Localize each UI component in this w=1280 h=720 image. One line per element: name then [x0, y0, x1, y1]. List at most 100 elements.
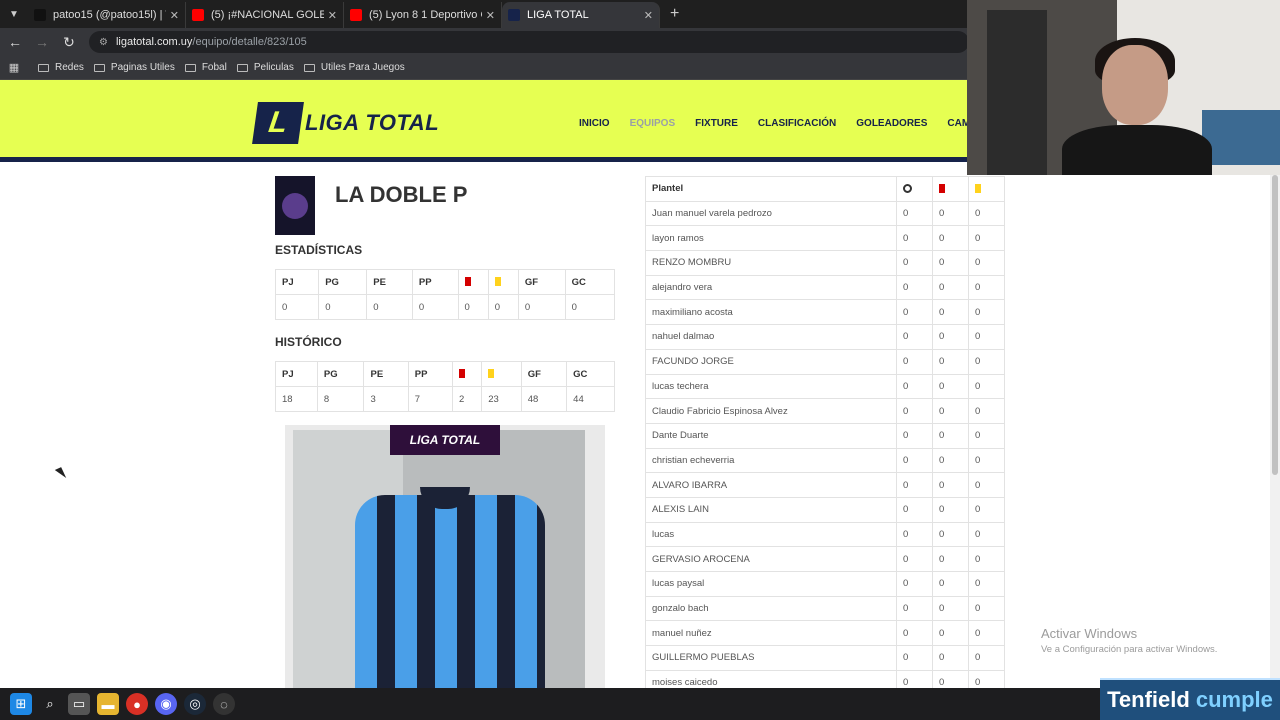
webcam-person-face: [1102, 45, 1168, 125]
tab-search-icon[interactable]: ▼: [0, 0, 28, 28]
player-yellow: 0: [968, 447, 1005, 474]
bookmark-label: Fobal: [201, 62, 227, 73]
player-goals: 0: [896, 348, 933, 375]
menu-item[interactable]: INICIO: [579, 118, 610, 129]
close-tab-icon[interactable]: ✕: [644, 9, 653, 22]
player-name: maximiliano acosta: [645, 299, 897, 326]
player-name: Juan manuel varela pedrozo: [645, 200, 897, 227]
browser-tab[interactable]: LIGA TOTAL ✕: [502, 2, 660, 28]
browser-tab[interactable]: (5) ¡#NACIONAL GOLEÓ en el D ✕: [186, 2, 344, 28]
player-name: gonzalo bach: [645, 595, 897, 622]
stats-cell: 0: [366, 294, 413, 320]
player-row: GUILLERMO PUEBLAS 0 0 0: [645, 645, 1005, 671]
stats-cell: 2: [452, 386, 483, 412]
player-row: christian echeverria 0 0 0: [645, 447, 1005, 474]
bookmark-folder[interactable]: Paginas Utiles: [93, 62, 175, 73]
player-red: 0: [932, 595, 969, 622]
back-arrow-icon[interactable]: ←: [3, 34, 27, 50]
close-tab-icon[interactable]: ✕: [328, 9, 337, 22]
mouse-cursor-icon: [54, 467, 67, 481]
red-card-icon: [464, 277, 471, 287]
app-icon[interactable]: ◌: [213, 693, 235, 715]
tenfield-brand: Tenfield: [1107, 687, 1190, 712]
folder-icon: [303, 63, 315, 72]
player-name: Claudio Fabricio Espinosa Alvez: [645, 398, 897, 424]
goals-column-header: [896, 176, 933, 202]
historico-heading: HISTÓRICO: [275, 335, 342, 349]
player-yellow: 0: [968, 348, 1005, 375]
player-yellow: 0: [968, 225, 1005, 252]
player-yellow: 0: [968, 274, 1005, 301]
stats-cell: 0: [411, 294, 459, 320]
player-goals: 0: [896, 299, 933, 326]
bookmark-folder[interactable]: Fobal: [184, 62, 227, 73]
player-row: manuel nuñez 0 0 0: [645, 620, 1005, 647]
player-name: RENZO MOMBRU: [645, 250, 897, 276]
stats-column-header: PP: [411, 269, 459, 295]
forward-arrow-icon[interactable]: →: [30, 34, 54, 50]
player-row: nahuel dalmao 0 0 0: [645, 324, 1005, 350]
player-yellow: 0: [968, 546, 1005, 572]
player-red: 0: [932, 472, 969, 498]
steam-icon[interactable]: ◎: [184, 693, 206, 715]
player-yellow: 0: [968, 472, 1005, 498]
liga-total-logo[interactable]: L LIGA TOTAL: [252, 102, 439, 144]
windows-start-icon[interactable]: ⊞: [10, 693, 32, 715]
browser-tab[interactable]: patoo15 (@patoo15l) | TikTok ✕: [28, 2, 186, 28]
player-yellow: 0: [968, 324, 1005, 350]
address-bar[interactable]: ⚙ ligatotal.com.uy /equipo/detalle/823/1…: [89, 31, 969, 53]
player-row: maximiliano acosta 0 0 0: [645, 299, 1005, 326]
tab-title: LIGA TOTAL: [527, 9, 589, 21]
jersey-brand-banner: LIGA TOTAL: [390, 425, 500, 455]
webcam-bed: [1202, 110, 1280, 165]
player-name: manuel nuñez: [645, 620, 897, 647]
player-red: 0: [932, 645, 969, 671]
stats-cell: 3: [363, 386, 409, 412]
file-explorer-icon[interactable]: ▬: [97, 693, 119, 715]
close-tab-icon[interactable]: ✕: [486, 9, 495, 22]
player-goals: 0: [896, 373, 933, 400]
menu-item[interactable]: GOLEADORES: [856, 118, 927, 129]
folder-icon: [38, 63, 49, 72]
player-name: GUILLERMO PUEBLAS: [645, 645, 897, 671]
watermark-title: Activar Windows: [1041, 626, 1138, 641]
stats-cell: 18: [275, 386, 318, 412]
player-row: Juan manuel varela pedrozo 0 0 0: [645, 200, 1005, 227]
player-red: 0: [932, 521, 969, 548]
player-name: GERVASIO AROCENA: [645, 546, 897, 572]
menu-item[interactable]: EQUIPOS: [630, 118, 676, 129]
reload-icon[interactable]: ↻: [57, 34, 81, 51]
chrome-icon[interactable]: ●: [126, 693, 148, 715]
apps-grid-icon[interactable]: ▦: [0, 61, 28, 74]
bookmark-folder[interactable]: Peliculas: [236, 62, 294, 73]
yellow-card-icon: [494, 277, 501, 287]
stats-column-header: PG: [316, 361, 365, 387]
search-icon[interactable]: ⌕: [39, 693, 61, 715]
player-goals: 0: [896, 274, 933, 301]
watermark-subtitle: Ve a Configuración para activar Windows.: [1041, 644, 1218, 655]
player-row: ALEXIS LAIN 0 0 0: [645, 496, 1005, 523]
bookmark-folder[interactable]: Utiles Para Juegos: [303, 62, 405, 73]
stats-column-header: PE: [366, 269, 413, 295]
player-goals: 0: [896, 645, 933, 671]
menu-item[interactable]: CLASIFICACIÓN: [758, 118, 836, 129]
browser-tab[interactable]: (5) Lyon 8 1 Deportivo GDP - Yo ✕: [344, 2, 502, 28]
red-cards-column-header: [932, 176, 969, 202]
close-tab-icon[interactable]: ✕: [170, 9, 179, 22]
site-settings-icon[interactable]: ⚙: [99, 37, 108, 48]
windows-activation-watermark: Activar Windows Ve a Configuración para …: [1041, 626, 1217, 655]
page-scrollbar-thumb[interactable]: [1272, 175, 1278, 475]
player-goals: 0: [896, 472, 933, 498]
menu-item[interactable]: FIXTURE: [695, 118, 738, 129]
stats-cell: 44: [566, 386, 615, 412]
player-goals: 0: [896, 521, 933, 548]
bookmark-folder[interactable]: Redes: [38, 62, 84, 73]
player-red: 0: [932, 398, 969, 424]
yellow-cards-column-header: [968, 176, 1005, 202]
ball-icon: [903, 184, 912, 194]
discord-icon[interactable]: ◉: [155, 693, 177, 715]
new-tab-icon[interactable]: +: [670, 5, 679, 23]
task-view-icon[interactable]: ▭: [68, 693, 90, 715]
player-row: gonzalo bach 0 0 0: [645, 595, 1005, 622]
player-name: lucas techera: [645, 373, 897, 400]
